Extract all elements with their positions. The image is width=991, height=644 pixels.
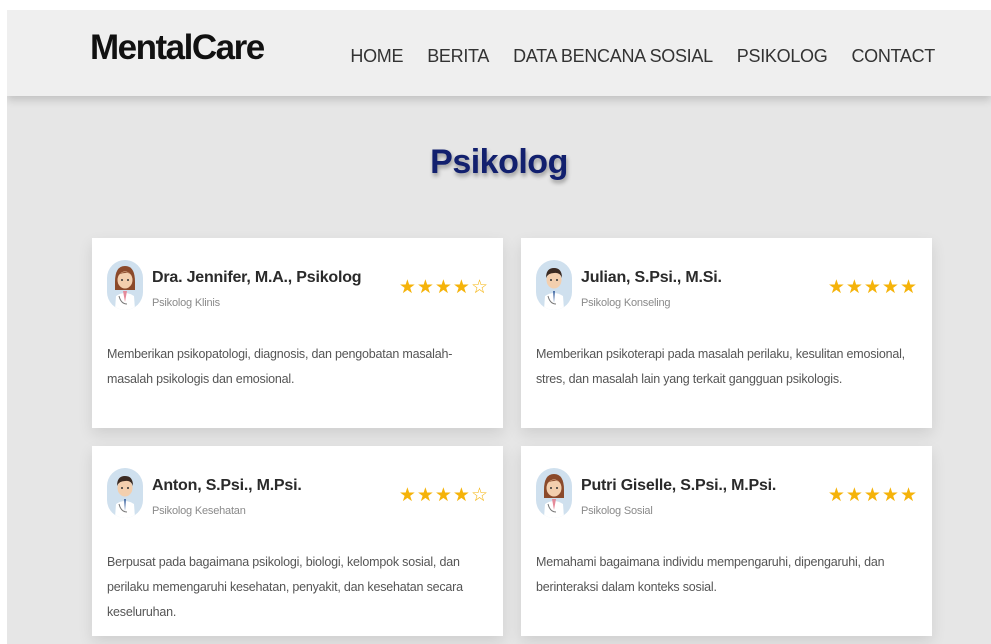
psychologist-description: Berpusat pada bagaimana psikologi, biolo… (107, 555, 463, 619)
female-doctor-avatar-icon (107, 260, 143, 310)
nav-psikolog-link[interactable]: PSIKOLOG (737, 46, 828, 67)
psychologist-name: Dra. Jennifer, M.A., Psikolog (152, 269, 362, 286)
male-doctor-avatar-icon (536, 260, 572, 310)
psychologist-card[interactable]: Dra. Jennifer, M.A., Psikolog Psikolog K… (92, 238, 503, 428)
brand-logo[interactable]: MentalCare (90, 28, 265, 68)
star-rating: ★★★★☆ (398, 484, 489, 506)
psychologist-name: Julian, S.Psi., M.Si. (581, 269, 722, 286)
psychologist-description: Memberikan psikopatologi, diagnosis, dan… (107, 347, 453, 386)
navbar: MentalCare HOME BERITA DATA BENCANA SOSI… (7, 10, 991, 96)
psychologist-role: Psikolog Kesehatan (152, 505, 246, 517)
psychologist-description: Memahami bagaimana individu mempengaruhi… (536, 555, 885, 594)
nav-menu: HOME BERITA DATA BENCANA SOSIAL PSIKOLOG… (350, 46, 935, 67)
psychologist-name: Anton, S.Psi., M.Psi. (152, 477, 302, 494)
psychologist-role: Psikolog Konseling (581, 297, 671, 309)
male-doctor-avatar-icon (107, 468, 143, 518)
psychologist-name: Putri Giselle, S.Psi., M.Psi. (581, 477, 777, 494)
psychologist-role: Psikolog Sosial (581, 505, 653, 517)
page: MentalCare HOME BERITA DATA BENCANA SOSI… (7, 10, 991, 644)
psychologist-description: Memberikan psikoterapi pada masalah peri… (536, 347, 905, 386)
nav-home-link[interactable]: HOME (350, 46, 403, 67)
psychologist-card[interactable]: Anton, S.Psi., M.Psi. Psikolog Kesehatan… (92, 446, 503, 636)
star-rating: ★★★★☆ (398, 276, 489, 298)
nav-berita-link[interactable]: BERITA (427, 46, 489, 67)
psychologist-role: Psikolog Klinis (152, 297, 220, 309)
section-title: Psikolog (430, 143, 568, 181)
star-rating: ★★★★★ (827, 276, 918, 298)
psychologist-card[interactable]: Julian, S.Psi., M.Si. Psikolog Konseling… (521, 238, 932, 428)
psychologist-card[interactable]: Putri Giselle, S.Psi., M.Psi. Psikolog S… (521, 446, 932, 636)
nav-contact-link[interactable]: CONTACT (851, 46, 935, 67)
female-doctor-avatar-icon (536, 468, 572, 518)
nav-data-bencana-sosial-link[interactable]: DATA BENCANA SOSIAL (513, 46, 713, 67)
star-rating: ★★★★★ (827, 484, 918, 506)
